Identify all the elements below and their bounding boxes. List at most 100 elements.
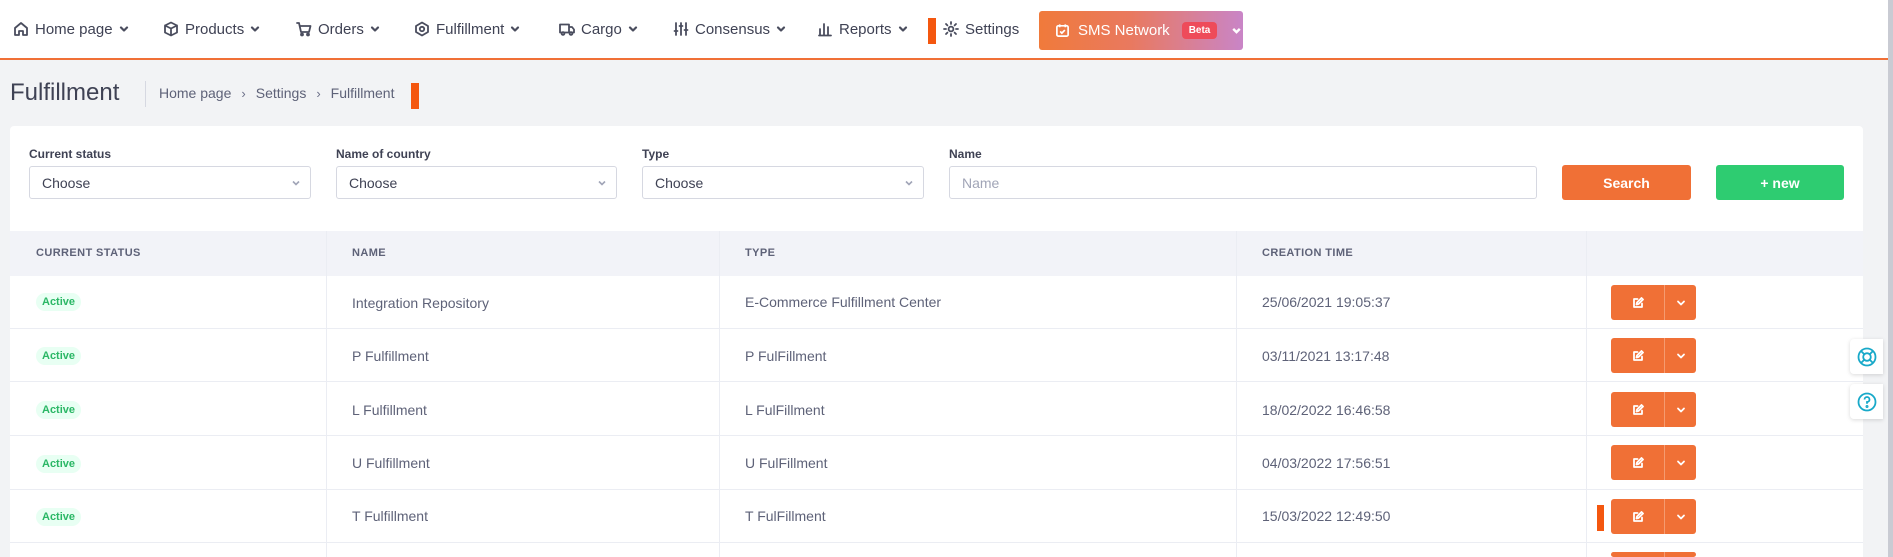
breadcrumb: Home page › Settings › Fulfillment [159,85,394,101]
truck-icon [559,23,575,36]
nav-label: Reports [839,20,892,38]
table-row[interactable] [10,437,1863,490]
column-header-name[interactable]: NAME [352,247,386,259]
chevron-down-icon [1676,353,1685,358]
nav-cargo[interactable]: Cargo [559,0,638,58]
edit-button[interactable] [1611,392,1664,427]
edit-icon [1632,403,1644,415]
sms-network-button[interactable]: SMS Network Beta [1039,11,1243,50]
name-input[interactable] [949,166,1537,199]
row-name: U Fulfillment [352,455,430,471]
chevron-down-icon [119,26,128,32]
edit-button[interactable] [1611,285,1664,320]
row-created: 18/02/2022 16:46:58 [1262,402,1391,418]
nav-products[interactable]: Products [163,0,260,58]
nav-settings[interactable]: Settings [943,0,1019,58]
top-navbar: Home page Products Orders Fulfillment Ca… [0,0,1893,60]
row-type: E-Commerce Fulfillment Center [745,294,942,310]
nav-consensus[interactable]: Consensus [673,0,786,58]
box-icon [164,21,178,37]
calendar-check-icon [1056,24,1069,37]
chevron-down-icon [1676,407,1685,412]
row-actions-dropdown[interactable] [1664,445,1696,480]
position-marker [928,18,936,44]
status-select-value: Choose [42,174,91,191]
help-icon [1857,392,1876,411]
chevron-down-icon [1676,514,1685,519]
nav-home-page[interactable]: Home page [13,0,129,58]
row-type: L FulFillment [745,402,825,418]
new-button[interactable]: + new [1716,165,1844,200]
help-button[interactable] [1850,384,1883,419]
row-created: 03/11/2021 13:17:48 [1262,348,1390,364]
row-created: 15/03/2022 12:49:50 [1262,508,1391,524]
title-divider [145,81,146,107]
chevron-down-icon [1232,27,1242,34]
type-select[interactable]: Choose [642,166,924,199]
cart-icon [296,22,312,37]
row-type: U FulFillment [745,455,828,471]
chevron-down-icon [511,26,520,32]
nav-orders[interactable]: Orders [296,0,380,58]
row-actions-dropdown[interactable] [1664,499,1696,534]
status-badge: Active [36,401,82,419]
country-select[interactable]: Choose [336,166,617,199]
breadcrumb-current: Fulfillment [330,85,395,101]
nav-label: Fulfillment [436,20,505,38]
sms-network-label: SMS Network [1078,22,1170,39]
row-actions-dropdown[interactable] [1664,552,1696,557]
edit-icon [1632,349,1644,361]
chevron-down-icon [292,180,300,186]
country-select-value: Choose [349,174,398,191]
row-actions-dropdown[interactable] [1664,285,1696,320]
scrollbar[interactable] [1888,0,1893,557]
name-filter-label: Name [949,147,982,161]
row-actions-dropdown[interactable] [1664,338,1696,373]
row-name: Integration Repository [352,295,489,311]
row-name: P Fulfillment [352,348,429,364]
table-row[interactable] [10,383,1863,436]
sliders-icon [673,22,689,36]
support-button[interactable] [1850,339,1883,374]
chevron-down-icon [370,26,379,32]
hexagon-icon [415,21,429,37]
chevron-down-icon [1676,460,1685,465]
edit-button[interactable] [1611,499,1664,534]
page-title: Fulfillment [10,79,120,106]
table-row[interactable] [10,490,1863,543]
search-button[interactable]: Search [1562,165,1691,200]
table-row[interactable] [10,329,1863,382]
nav-label: Products [185,20,245,38]
status-filter-label: Current status [29,147,112,161]
row-type: P FulFillment [745,348,827,364]
row-created: 04/03/2022 17:56:51 [1262,455,1391,471]
country-filter-label: Name of country [336,147,431,161]
edit-button[interactable] [1611,552,1664,557]
status-badge: Active [36,455,82,473]
row-actions-dropdown[interactable] [1664,392,1696,427]
breadcrumb-home[interactable]: Home page [159,85,231,101]
chevron-down-icon [898,26,907,32]
column-header-status[interactable]: CURRENT STATUS [36,247,141,259]
edit-button[interactable] [1611,445,1664,480]
row-name: L Fulfillment [352,402,427,418]
column-header-type[interactable]: TYPE [745,247,775,259]
type-select-value: Choose [655,174,704,191]
chevron-right-icon: › [241,85,246,101]
nav-label: Consensus [695,20,771,38]
breadcrumb-settings[interactable]: Settings [256,85,307,101]
edit-icon [1632,510,1644,522]
edit-button[interactable] [1611,338,1664,373]
nav-reports[interactable]: Reports [817,0,908,58]
column-header-creation-time[interactable]: CREATION TIME [1262,247,1353,259]
status-badge: Active [36,508,82,526]
row-type: T FulFillment [745,508,826,524]
chevron-down-icon [905,180,913,186]
nav-fulfillment[interactable]: Fulfillment [414,0,520,58]
status-badge: Active [36,293,82,311]
lifebuoy-icon [1857,347,1876,366]
nav-label: Orders [318,20,364,38]
row-name: T Fulfillment [352,508,428,524]
status-select[interactable]: Choose [29,166,311,199]
gear-icon [943,21,959,37]
